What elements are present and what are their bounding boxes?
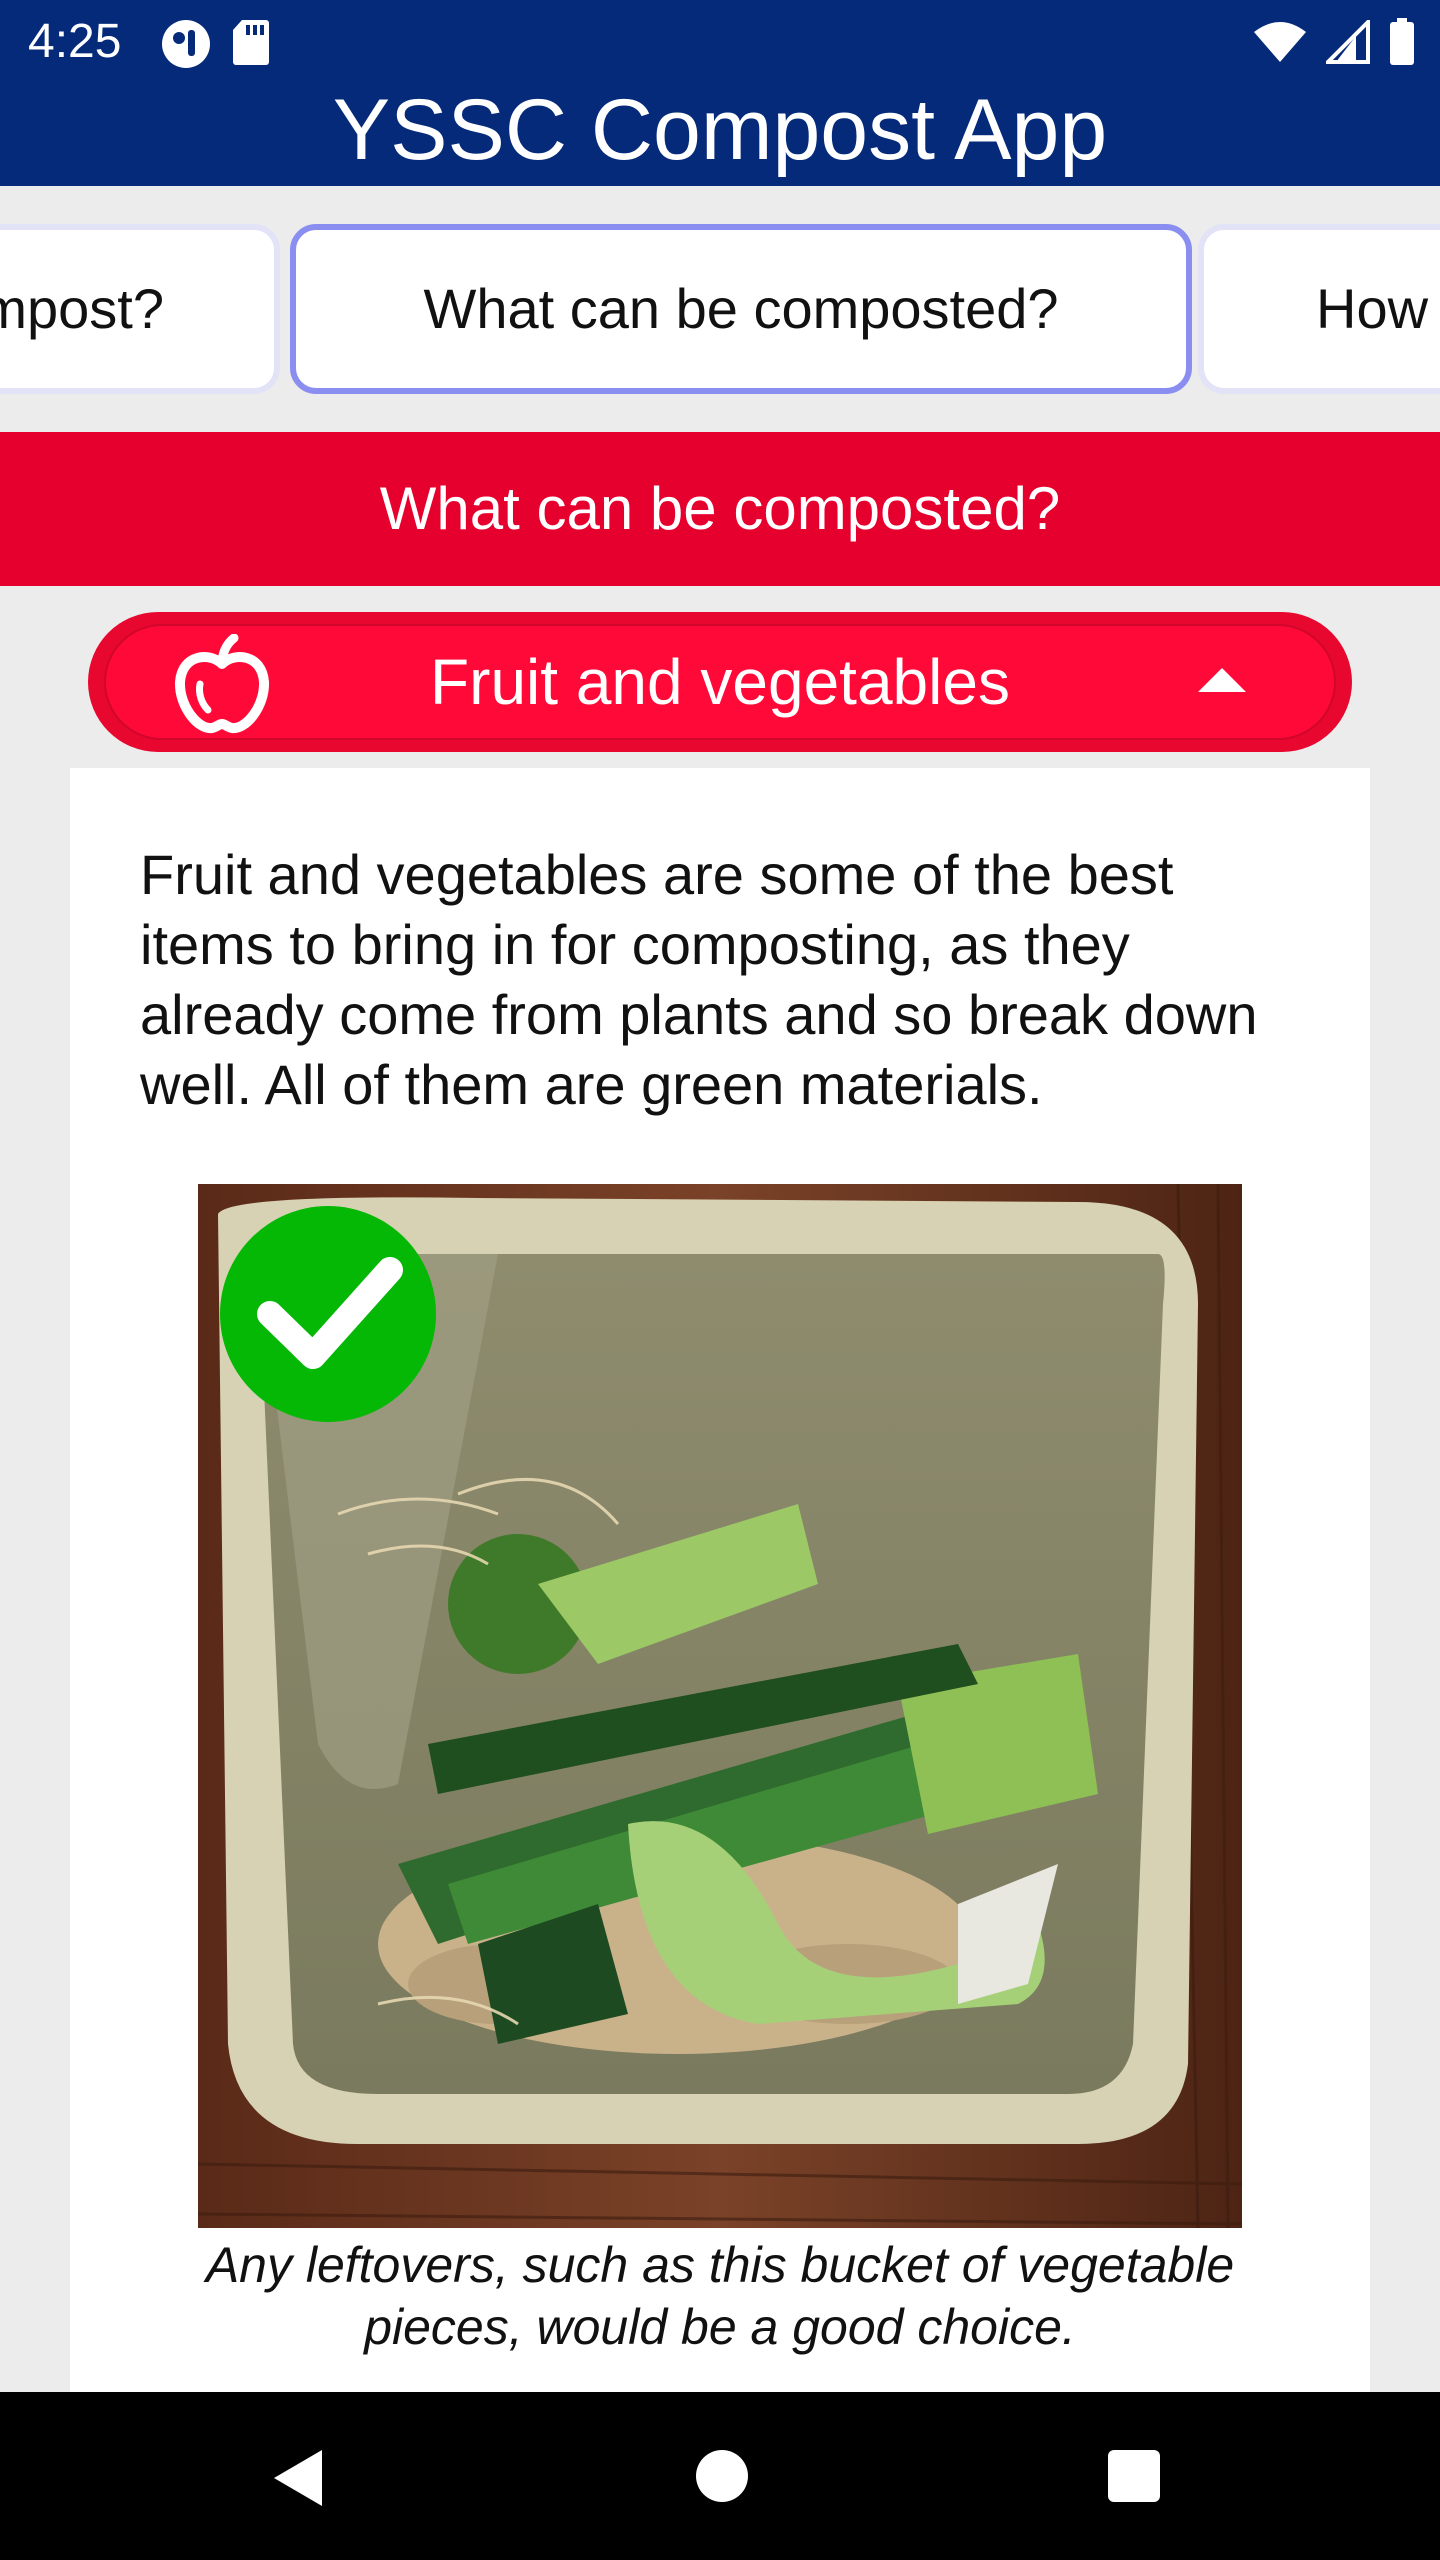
caret-up-icon[interactable] <box>1198 668 1246 692</box>
photo-caption: Any leftovers, such as this bucket of ve… <box>205 2237 1235 2355</box>
status-icons-right <box>1252 18 1416 66</box>
accordion-inner[interactable]: Fruit and vegetables <box>104 624 1336 740</box>
compost-bucket-image <box>198 1184 1242 2228</box>
tab-why-compost[interactable]: mpost? <box>0 224 280 394</box>
navigation-bar <box>0 2392 1440 2560</box>
battery-icon <box>1390 18 1414 65</box>
recents-icon[interactable] <box>1108 2450 1160 2502</box>
tab-what-can-be-composted[interactable]: What can be composted? <box>290 224 1192 394</box>
tab-strip[interactable]: mpost? What can be composted? How <box>0 186 1440 432</box>
cell-signal-icon <box>1326 20 1370 64</box>
body-text: Fruit and vegetables are some of the bes… <box>140 843 1258 1116</box>
checkmark-icon <box>220 1206 436 1422</box>
accordion-fruit-and-vegetables[interactable]: Fruit and vegetables <box>88 612 1352 752</box>
tab-how[interactable]: How <box>1198 224 1440 394</box>
wifi-icon <box>1254 22 1306 62</box>
back-icon[interactable] <box>272 2448 324 2508</box>
status-bar: 4:25 <box>0 0 1440 84</box>
app-title: YSSC Compost App <box>332 82 1108 178</box>
content-card: Fruit and vegetables are some of the bes… <box>70 768 1370 2392</box>
status-time: 4:25 <box>28 15 122 68</box>
notification-icon <box>162 20 210 68</box>
home-icon[interactable] <box>696 2450 748 2502</box>
section-heading: What can be composted? <box>0 432 1440 586</box>
accordion-title: Fruit and vegetables <box>430 646 1010 718</box>
sd-card-icon <box>233 20 269 65</box>
compost-bucket-photo <box>198 1184 1242 2228</box>
app-bar: YSSC Compost App <box>0 84 1440 186</box>
status-icons-left <box>160 18 270 70</box>
